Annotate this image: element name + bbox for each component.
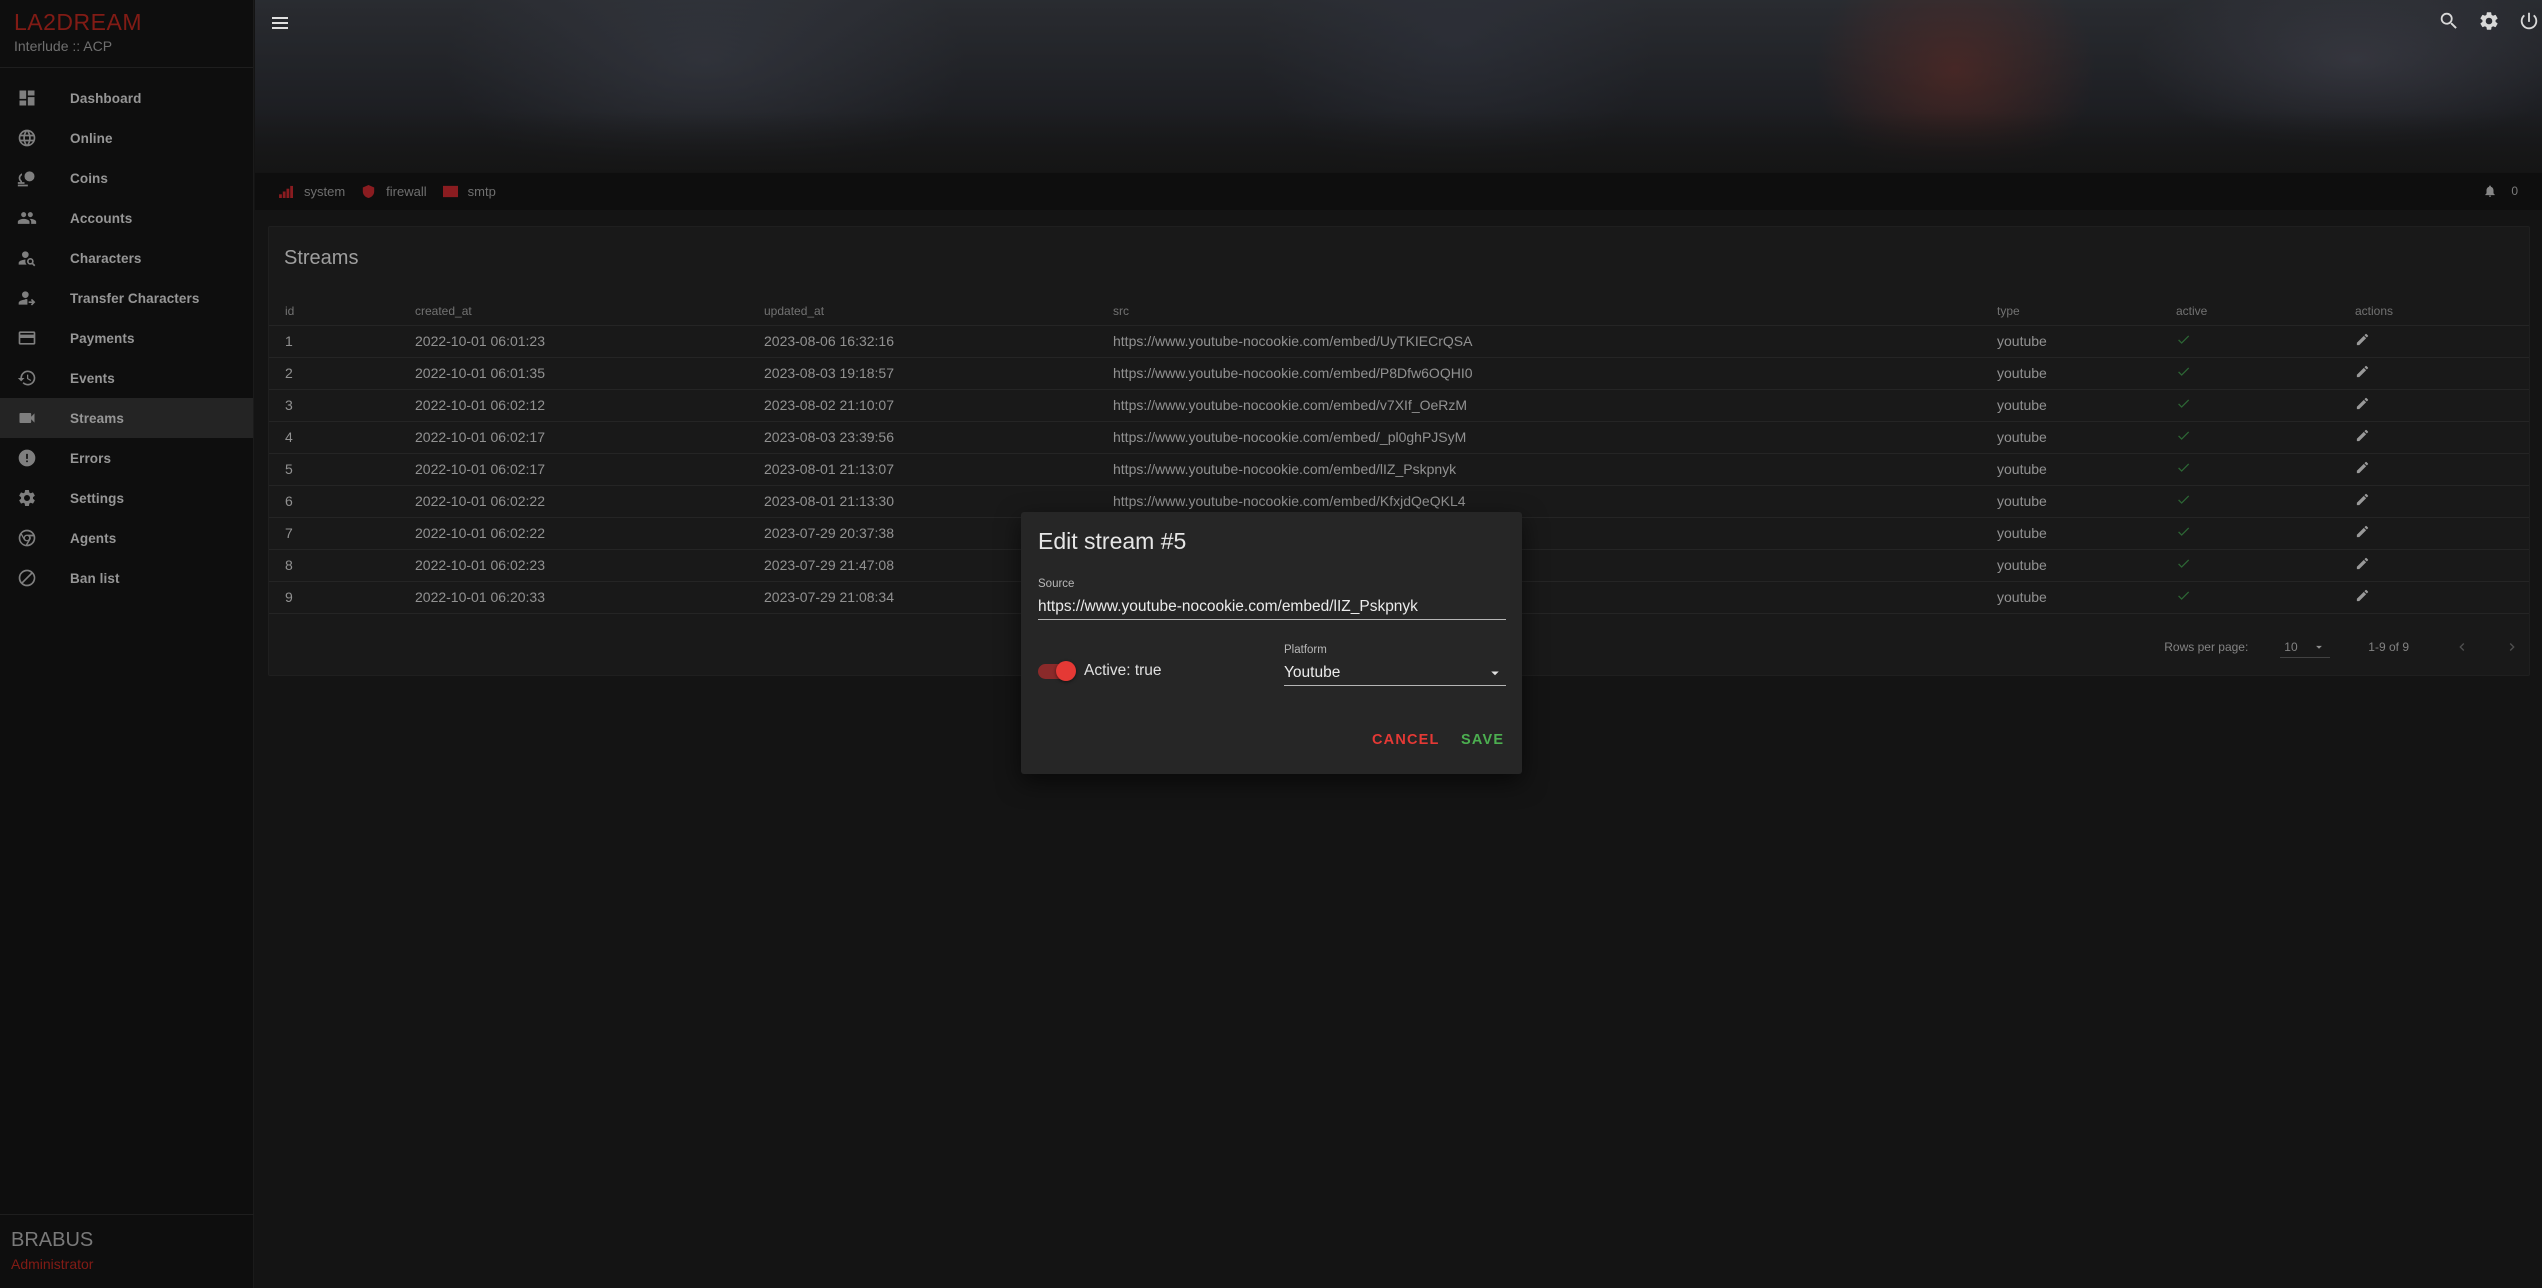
edit-stream-dialog: Edit stream #5 Source Active: true Platf… bbox=[1021, 512, 1522, 774]
menu-icon[interactable] bbox=[272, 14, 294, 36]
active-label: Active: true bbox=[1084, 662, 1162, 679]
source-input[interactable] bbox=[1038, 594, 1506, 620]
caret-down-icon bbox=[1491, 671, 1499, 675]
toggle-thumb bbox=[1056, 660, 1076, 681]
search-icon[interactable] bbox=[2436, 8, 2462, 34]
platform-value: Youtube bbox=[1284, 663, 1341, 681]
cancel-button[interactable]: CANCEL bbox=[1372, 732, 1440, 748]
save-button[interactable]: SAVE bbox=[1461, 732, 1504, 748]
dialog-title: Edit stream #5 bbox=[1038, 528, 1187, 554]
platform-label: Platform bbox=[1284, 644, 1327, 656]
active-toggle[interactable]: Active: true bbox=[1038, 660, 1162, 681]
power-icon[interactable] bbox=[2516, 8, 2542, 34]
toggle-track bbox=[1038, 660, 1076, 681]
gear-icon[interactable] bbox=[2476, 8, 2502, 34]
top-actions bbox=[2436, 8, 2542, 34]
platform-select[interactable]: Youtube bbox=[1284, 660, 1506, 686]
source-label: Source bbox=[1038, 578, 1075, 590]
